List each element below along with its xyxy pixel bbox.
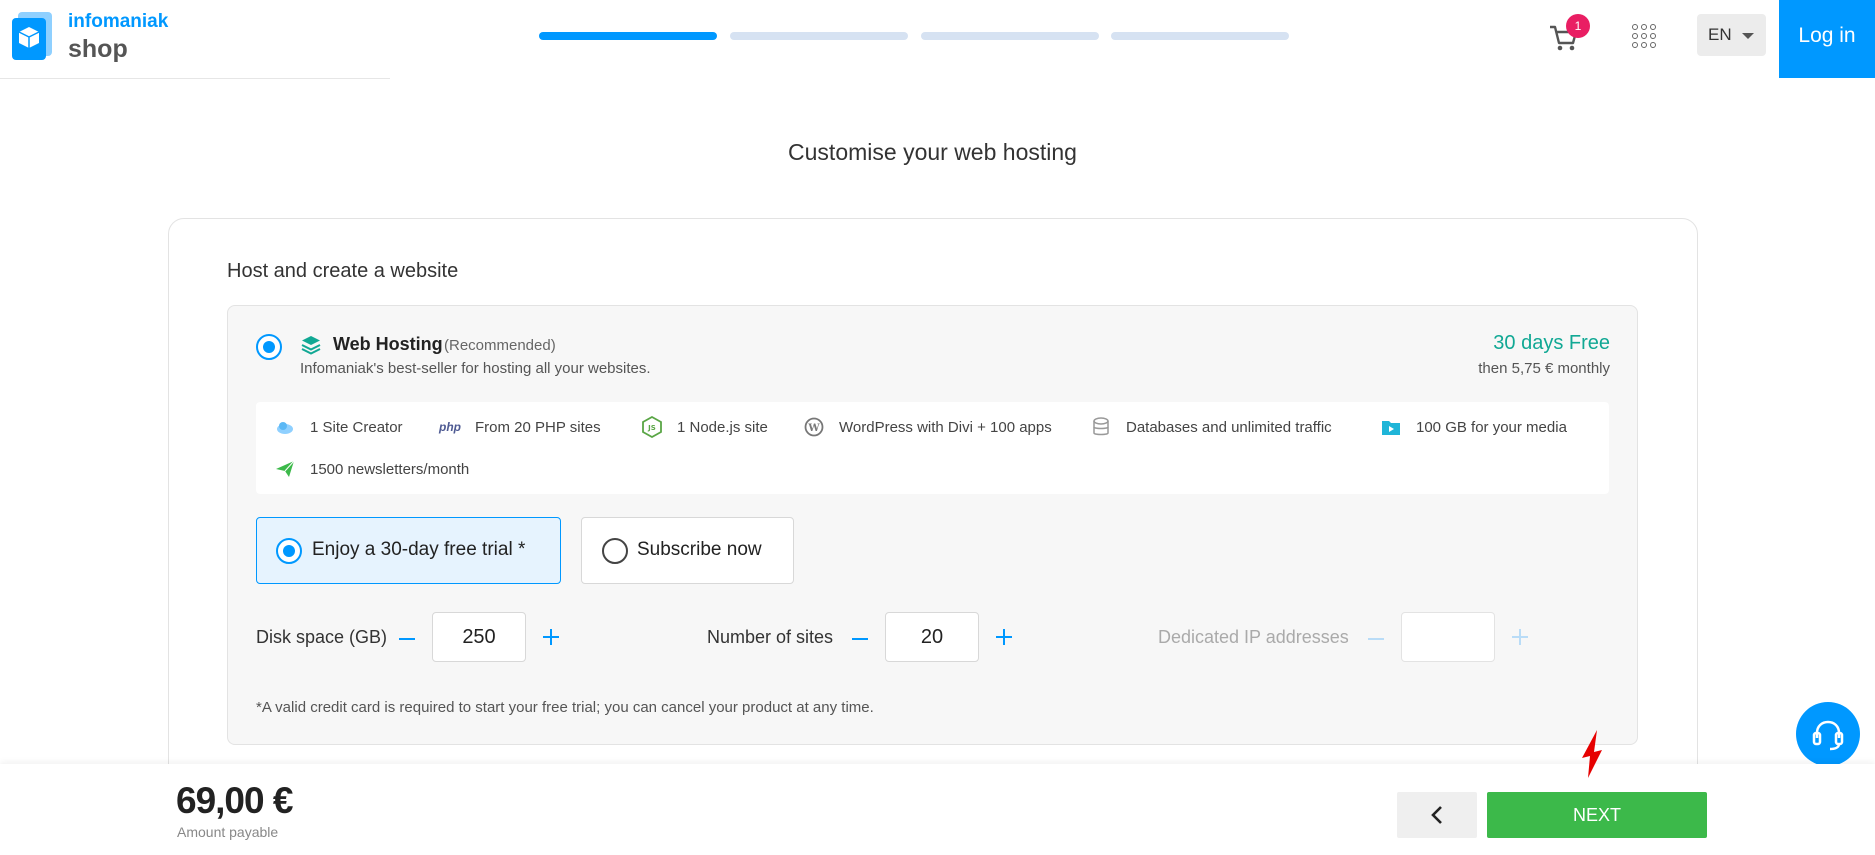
feature-label: WordPress with Divi + 100 apps [839, 418, 1052, 436]
recommended-badge: (Recommended) [444, 337, 556, 354]
next-button[interactable]: NEXT [1487, 792, 1707, 838]
disk-space-increment-button[interactable] [541, 627, 561, 647]
feature-item: php From 20 PHP sites [439, 416, 601, 438]
brand-shop[interactable]: shop [68, 35, 128, 64]
dedicated-ip-input[interactable] [1401, 612, 1495, 662]
sites-input[interactable]: 20 [885, 612, 979, 662]
free-trial-option[interactable]: Enjoy a 30-day free trial * [256, 517, 561, 584]
disk-space-decrement-button[interactable] [397, 628, 417, 648]
progress-step-4 [1111, 32, 1289, 40]
product-name: Web Hosting [333, 334, 443, 354]
feature-label: From 20 PHP sites [475, 418, 601, 436]
nodejs-icon: JS [641, 416, 663, 438]
feature-label: 1 Node.js site [677, 418, 768, 436]
caret-down-icon [1742, 33, 1754, 39]
progress-step-2 [730, 32, 908, 40]
header-divider [0, 78, 390, 79]
feature-label: 1 Site Creator [310, 418, 403, 436]
php-icon: php [439, 420, 461, 434]
back-button[interactable] [1397, 792, 1477, 838]
language-selector[interactable]: EN [1697, 14, 1766, 56]
login-button[interactable]: Log in [1779, 0, 1875, 78]
feature-label: 100 GB for your media [1416, 418, 1567, 436]
support-button[interactable] [1796, 702, 1860, 766]
feature-label: Databases and unlimited traffic [1126, 418, 1332, 436]
sites-label: Number of sites [707, 627, 834, 647]
stack-layers-icon [301, 336, 321, 355]
svg-text:W: W [807, 423, 820, 434]
progress-step-3 [921, 32, 1099, 40]
brand-name[interactable]: infomaniak [68, 11, 168, 33]
sites-increment-button[interactable] [994, 627, 1014, 647]
paper-plane-icon [274, 458, 296, 480]
media-folder-icon [1380, 416, 1402, 438]
product-description: Infomaniak's best-seller for hosting all… [300, 360, 651, 377]
dedicated-ip-decrement-button[interactable] [1366, 628, 1386, 648]
sites-decrement-button[interactable] [850, 628, 870, 648]
cloud-icon [274, 416, 296, 438]
headset-icon [1812, 720, 1844, 751]
amount-label: Amount payable [177, 824, 279, 840]
cart-count-badge: 1 [1566, 14, 1590, 38]
feature-item: W WordPress with Divi + 100 apps [803, 416, 1052, 438]
price-secondary: then 5,75 € monthly [1478, 360, 1610, 377]
amount-value: 69,00 € [176, 780, 293, 821]
web-hosting-radio[interactable] [256, 334, 282, 360]
section-title: Host and create a website [227, 260, 459, 282]
feature-item: Databases and unlimited traffic [1090, 416, 1332, 438]
free-trial-radio[interactable] [276, 538, 302, 564]
svg-text:JS: JS [647, 424, 656, 432]
feature-label: 1500 newsletters/month [310, 460, 470, 478]
wordpress-icon: W [803, 416, 825, 438]
feature-item: 1 Site Creator [274, 416, 403, 438]
dedicated-ip-increment-button[interactable] [1510, 627, 1530, 647]
feature-item: JS 1 Node.js site [641, 416, 768, 438]
page-title: Customise your web hosting [788, 139, 1077, 165]
disk-space-input[interactable]: 250 [432, 612, 526, 662]
infomaniak-logo-icon[interactable] [8, 10, 56, 62]
subscribe-label: Subscribe now [637, 539, 762, 560]
disk-space-label: Disk space (GB) [256, 627, 388, 647]
apps-grid-icon[interactable] [1632, 24, 1656, 48]
language-label: EN [1708, 25, 1732, 44]
dedicated-ip-label: Dedicated IP addresses [1158, 627, 1349, 647]
red-arrow-annotation-icon [1582, 730, 1602, 778]
subscribe-radio[interactable] [602, 538, 628, 564]
subscribe-option[interactable]: Subscribe now [581, 517, 794, 584]
price-primary: 30 days Free [1493, 332, 1610, 354]
feature-item: 100 GB for your media [1380, 416, 1567, 438]
chevron-left-icon [1431, 806, 1442, 824]
free-trial-label: Enjoy a 30-day free trial * [312, 539, 526, 560]
feature-item: 1500 newsletters/month [274, 458, 469, 480]
footnote: *A valid credit card is required to star… [256, 699, 874, 716]
database-icon [1090, 416, 1112, 438]
progress-step-1 [539, 32, 717, 40]
